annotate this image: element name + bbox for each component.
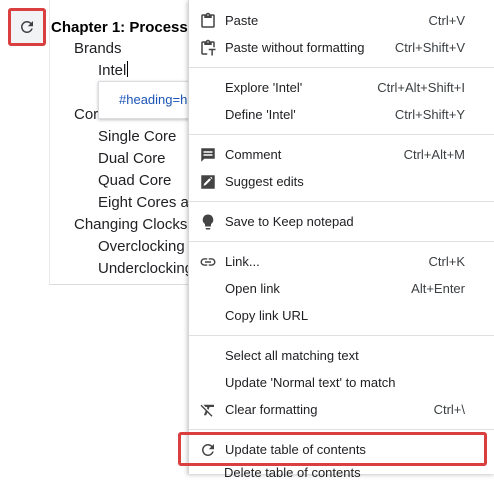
menu-item-copy-link-url[interactable]: Copy link URL [189,302,494,329]
menu-item-shortcut: Ctrl+\ [433,402,465,417]
suggest-edit-icon [201,175,215,189]
toc-entry[interactable]: Dual Core [98,148,166,170]
menu-item-shortcut: Ctrl+Alt+Shift+I [377,80,465,95]
menu-item-label: Define 'Intel' [225,107,296,122]
toc-entry[interactable]: Quad Core [98,170,171,192]
menu-item-label: Explore 'Intel' [225,80,303,95]
clipboard-icon [201,12,215,28]
text-cursor [127,61,129,77]
menu-item-open-link[interactable]: Open link Alt+Enter [189,275,494,302]
toc-entry-label: Intel [98,62,127,79]
menu-separator [189,241,494,242]
menu-item-select-matching-text[interactable]: Select all matching text [189,342,494,369]
menu-item-label: Clear formatting [225,402,318,417]
menu-item-label: Link... [225,254,260,269]
menu-item-label: Select all matching text [225,348,359,363]
menu-item-shortcut: Ctrl+Shift+Y [394,107,465,122]
menu-item-suggest-edits[interactable]: Suggest edits [189,168,494,195]
menu-separator [189,67,494,68]
link-preview-url[interactable]: #heading=h [119,92,187,107]
menu-item-save-to-keep[interactable]: Save to Keep notepad [189,208,494,235]
menu-separator [189,335,494,336]
menu-item-delete-toc[interactable]: Delete table of contents [224,465,361,480]
toc-entry[interactable]: Changing Clocks [74,214,187,236]
menu-item-link[interactable]: Link... Ctrl+K [189,248,494,275]
menu-item-label: Paste [225,13,259,28]
menu-item-label: Suggest edits [225,174,304,189]
toc-refresh-button[interactable] [8,8,46,46]
menu-item-clear-formatting[interactable]: Clear formatting Ctrl+\ [189,396,494,423]
toc-entry[interactable]: Overclocking [98,236,185,258]
menu-item-label: Update 'Normal text' to match [225,375,396,390]
menu-item-define[interactable]: Define 'Intel' Ctrl+Shift+Y [189,101,494,128]
context-menu: Paste Ctrl+V Paste without formatting Ct… [188,0,494,474]
menu-item-explore[interactable]: Explore 'Intel' Ctrl+Alt+Shift+I [189,74,494,101]
menu-item-label: Update table of contents [225,442,366,457]
menu-item-label: Comment [225,147,282,162]
menu-item-label: Save to Keep notepad [225,214,354,229]
menu-item-shortcut: Alt+Enter [411,281,465,296]
toc-entry[interactable]: Underclocking [98,258,193,280]
comment-icon [201,148,215,162]
lightbulb-icon [202,214,214,230]
link-icon [200,258,216,266]
menu-separator [189,201,494,202]
menu-separator [189,134,494,135]
menu-item-label: Copy link URL [225,308,309,323]
menu-item-label: Paste without formatting [225,40,365,55]
toc-entry[interactable]: Brands [74,38,122,60]
menu-item-update-toc[interactable]: Update table of contents [189,436,494,463]
menu-item-paste-without-formatting[interactable]: Paste without formatting Ctrl+Shift+V [189,34,494,61]
toc-entry[interactable]: Single Core [98,126,176,148]
menu-item-comment[interactable]: Comment Ctrl+Alt+M [189,141,494,168]
clear-format-icon [200,404,214,417]
menu-item-shortcut: Ctrl+Alt+M [403,147,465,162]
menu-item-shortcut: Ctrl+Shift+V [394,40,465,55]
menu-item-shortcut: Ctrl+K [428,254,465,269]
menu-item-label: Open link [225,281,280,296]
menu-item-shortcut: Ctrl+V [428,13,465,28]
toc-entry-current[interactable]: Intel [98,60,129,82]
menu-item-paste[interactable]: Paste Ctrl+V [189,7,494,34]
refresh-icon [201,444,214,456]
menu-item-update-normal-text[interactable]: Update 'Normal text' to match [189,369,494,396]
refresh-icon [20,20,33,33]
menu-separator [189,429,494,430]
clipboard-text-icon [201,39,216,56]
